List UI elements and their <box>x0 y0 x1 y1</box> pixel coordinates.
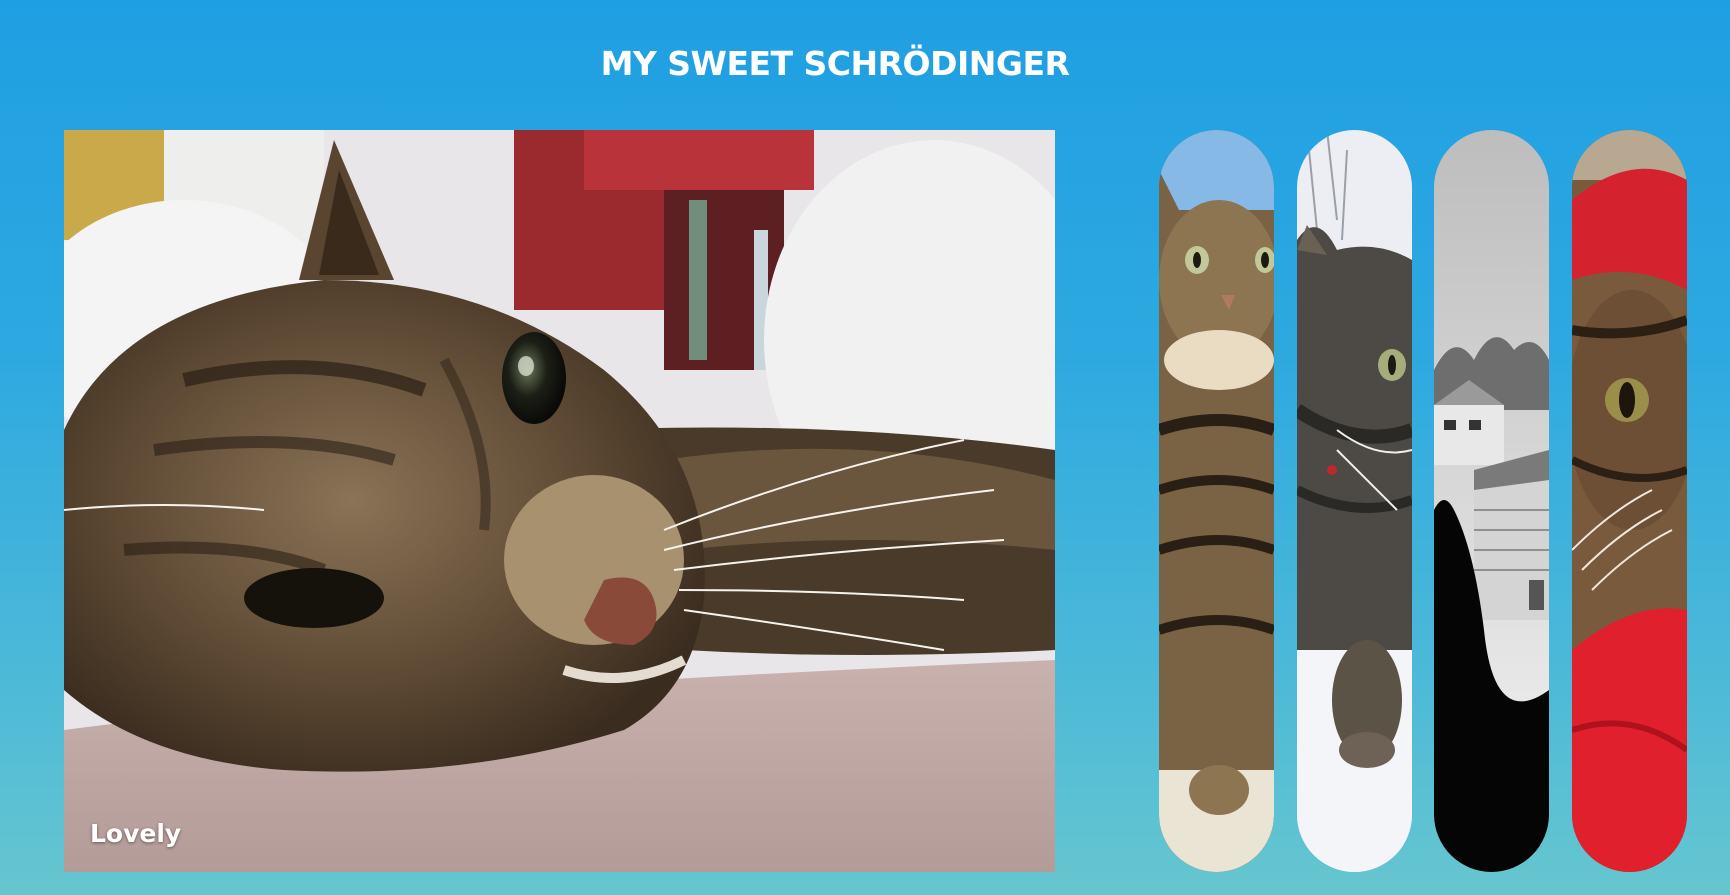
thumbnail-cat-image <box>1434 130 1549 872</box>
thumbnail-1[interactable] <box>1159 130 1274 872</box>
thumbnail-3[interactable] <box>1434 130 1549 872</box>
featured-photo[interactable]: Lovely <box>64 130 1055 872</box>
featured-cat-image <box>64 130 1055 872</box>
featured-photo-caption: Lovely <box>90 819 182 848</box>
thumbnail-cat-image <box>1159 130 1274 872</box>
page-title: MY SWEET SCHRÖDINGER <box>600 44 1070 83</box>
thumbnail-cat-image <box>1297 130 1412 872</box>
thumbnail-4[interactable] <box>1572 130 1687 872</box>
thumbnail-2[interactable] <box>1297 130 1412 872</box>
thumbnail-cat-image <box>1572 130 1687 872</box>
